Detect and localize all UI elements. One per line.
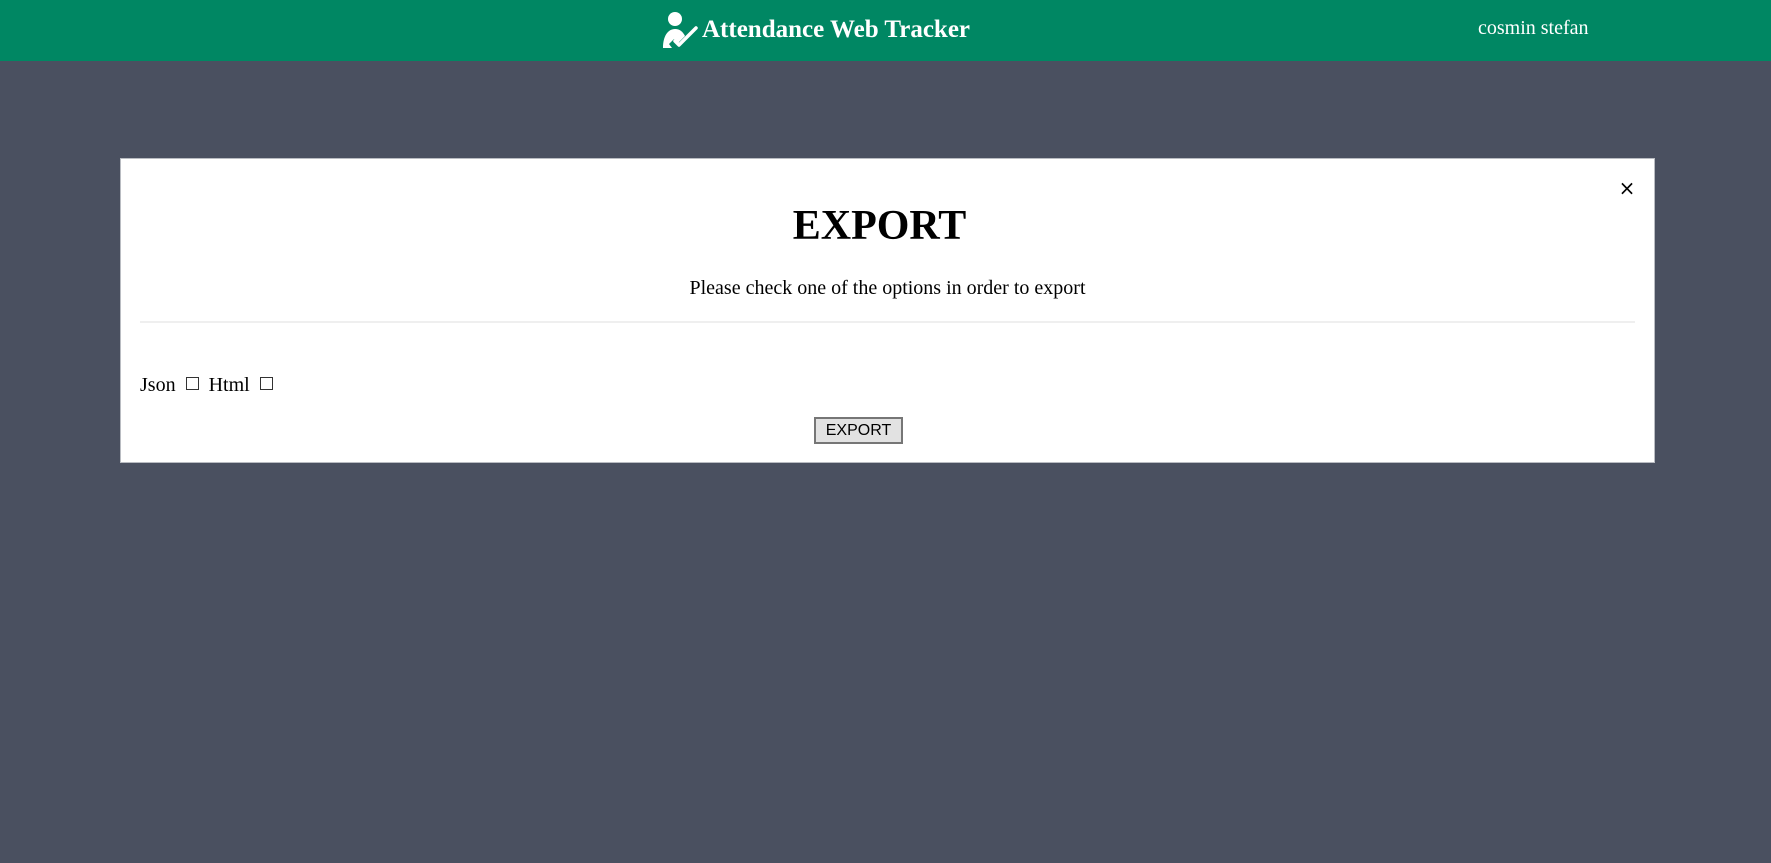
dialog-title: EXPORT: [792, 203, 967, 249]
top-navigation-bar: Attendance Web Tracker cosmin stefan: [0, 0, 1771, 61]
app-title: Attendance Web Tracker: [702, 16, 971, 43]
json-option-label: Json: [140, 373, 176, 396]
user-check-icon: [660, 10, 700, 50]
export-options: Json Html: [140, 372, 283, 398]
html-option-label: Html: [208, 373, 250, 396]
brand[interactable]: Attendance Web Tracker: [660, 8, 970, 52]
close-icon[interactable]: ×: [1616, 177, 1638, 199]
export-button[interactable]: EXPORT: [814, 417, 903, 444]
html-checkbox[interactable]: [259, 376, 273, 390]
json-checkbox[interactable]: [185, 376, 199, 390]
export-dialog: × EXPORT Please check one of the options…: [120, 158, 1655, 463]
user-name[interactable]: cosmin stefan: [1478, 17, 1589, 40]
dialog-subtitle: Please check one of the options in order…: [689, 277, 1086, 299]
divider: [140, 321, 1635, 323]
